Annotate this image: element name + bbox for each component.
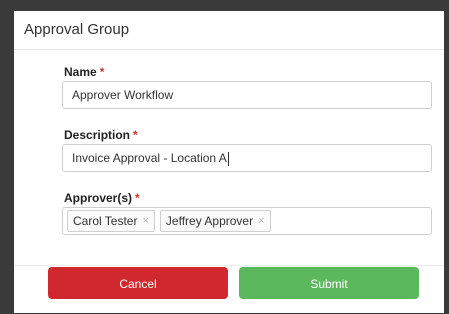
remove-tag-icon[interactable]: × (142, 215, 148, 227)
remove-tag-icon[interactable]: × (258, 215, 264, 227)
required-mark: * (133, 128, 138, 142)
cancel-button[interactable]: Cancel (48, 267, 228, 299)
approvers-multiselect[interactable]: Carol Tester × Jeffrey Approver × (62, 207, 432, 235)
submit-button[interactable]: Submit (239, 267, 419, 299)
dialog-header: Approval Group (14, 11, 444, 50)
required-mark: * (99, 65, 105, 79)
description-label: Description * (64, 128, 138, 142)
approvers-label-text: Approver(s) (64, 191, 133, 205)
name-input-value: Approver Workflow (72, 88, 174, 102)
description-label-text: Description (64, 128, 131, 142)
text-caret (227, 151, 229, 166)
name-input[interactable]: Approver Workflow (62, 81, 432, 109)
required-mark: * (135, 191, 140, 205)
name-label-text: Name (64, 65, 97, 79)
approver-tag: Carol Tester × (67, 210, 155, 232)
approver-tag-label: Jeffrey Approver (165, 214, 254, 228)
dialog-title: Approval Group (24, 21, 130, 38)
description-input[interactable]: Invoice Approval - Location A (62, 144, 432, 172)
approvers-label: Approver(s) * (64, 191, 140, 205)
description-input-value: Invoice Approval - Location A (72, 151, 227, 165)
approver-tag: Jeffrey Approver × (159, 210, 271, 232)
name-label: Name * (64, 65, 104, 79)
approver-tag-label: Carol Tester (73, 214, 138, 228)
